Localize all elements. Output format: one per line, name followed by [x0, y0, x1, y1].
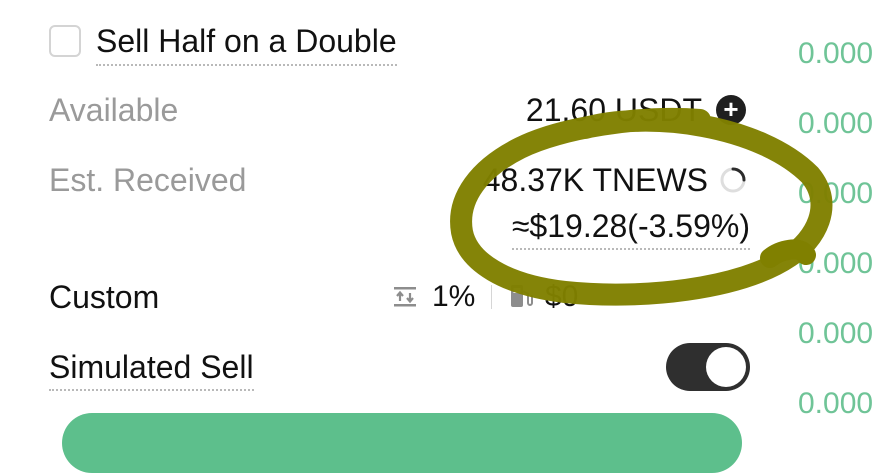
order-book-value: 0.000: [798, 317, 874, 350]
order-book-value: 0.000: [798, 247, 874, 280]
order-book-value: 0.000: [798, 107, 874, 140]
est-received-usd[interactable]: ≈$19.28(-3.59%): [511, 206, 750, 250]
available-value: 21.60 USDT: [525, 92, 702, 128]
gas-value[interactable]: $0: [545, 277, 578, 317]
toggle-knob: [706, 347, 746, 387]
order-book-value: 0.000: [798, 177, 874, 210]
est-received-label: Est. Received: [49, 162, 247, 198]
divider: [491, 285, 492, 309]
slippage-icon[interactable]: [392, 284, 418, 310]
plus-circle-icon[interactable]: +: [716, 95, 746, 125]
custom-label: Custom: [49, 279, 160, 315]
sell-button[interactable]: [62, 413, 742, 473]
simulated-sell-toggle[interactable]: [666, 343, 750, 391]
order-book-value: 0.000: [798, 37, 874, 70]
simulated-sell-label: Simulated Sell: [49, 347, 254, 391]
gas-pump-icon[interactable]: [508, 282, 534, 310]
slippage-value[interactable]: 1%: [432, 277, 475, 317]
loading-spinner-icon: [720, 167, 746, 193]
est-received-value: 48.37K TNEWS: [482, 162, 708, 198]
sell-half-label[interactable]: Sell Half on a Double: [96, 20, 397, 66]
order-book-value: 0.000: [798, 387, 874, 420]
order-book-column: 0.000 0.000 0.000 0.000 0.000 0.000: [798, 34, 880, 454]
available-label: Available: [49, 92, 179, 128]
sell-half-checkbox[interactable]: [49, 25, 81, 57]
